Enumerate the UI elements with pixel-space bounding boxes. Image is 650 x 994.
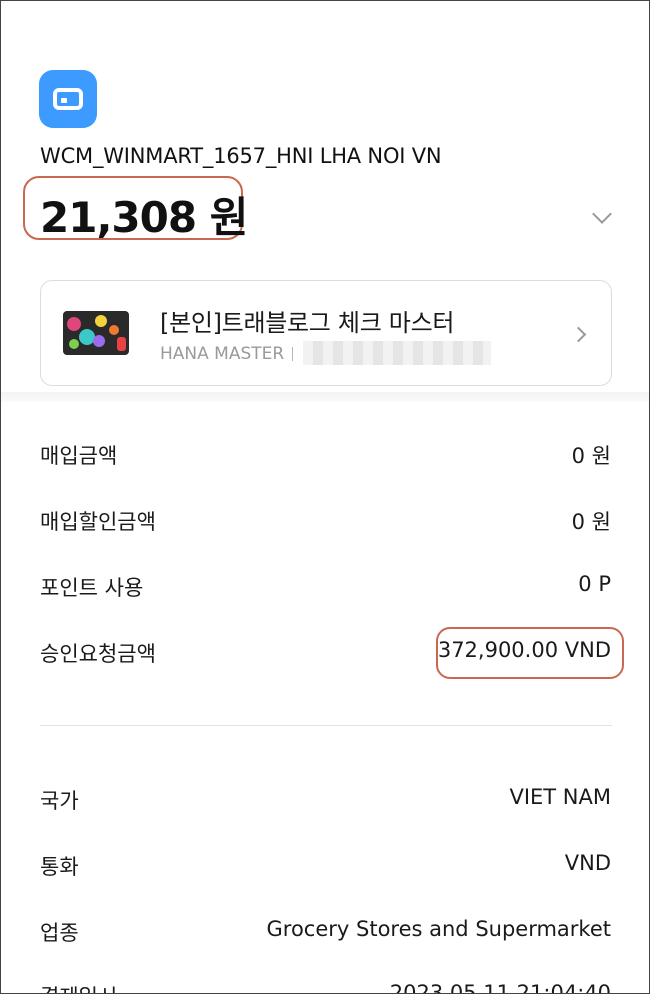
country-value: VIET NAM	[509, 785, 611, 809]
points-used-value: 0 P	[578, 572, 611, 596]
card-image	[63, 311, 129, 355]
payment-datetime-label: 결제일시	[40, 981, 117, 993]
section-divider	[1, 392, 649, 402]
approval-amount-value: 372,900.00 VND	[437, 638, 611, 662]
industry-value: Grocery Stores and Supermarket	[266, 917, 611, 941]
industry-label: 업종	[40, 921, 79, 945]
country-label: 국가	[40, 789, 79, 813]
payment-datetime-value: 2023.05.11 21:04:40	[389, 981, 611, 994]
card-issuer: HANA MASTER	[160, 344, 285, 364]
merchant-name: WCM_WINMART_1657_HNI LHA NOI VN	[40, 144, 442, 168]
masked-card-number	[303, 341, 491, 365]
chevron-right-icon	[570, 326, 587, 343]
points-used-label: 포인트 사용	[40, 576, 144, 600]
transaction-amount: 21,308 원	[40, 193, 248, 242]
currency-label: 통화	[40, 855, 79, 879]
card-info-separator	[292, 347, 293, 361]
card-payment-icon	[39, 70, 97, 128]
currency-value: VND	[564, 851, 611, 875]
purchase-discount-label: 매입할인금액	[40, 510, 156, 534]
card-info-button[interactable]: [본인]트래블로그 체크 마스터 HANA MASTER	[40, 280, 612, 386]
approval-amount-label: 승인요청금액	[40, 642, 156, 666]
purchase-discount-value: 0 원	[571, 510, 611, 534]
chevron-down-icon[interactable]	[592, 204, 612, 224]
purchase-amount-label: 매입금액	[40, 444, 118, 468]
details-divider	[40, 725, 612, 726]
transaction-detail-screen: WCM_WINMART_1657_HNI LHA NOI VN 21,308 원…	[0, 0, 650, 994]
card-name: [본인]트래블로그 체크 마스터	[160, 309, 455, 337]
purchase-amount-value: 0 원	[571, 444, 611, 468]
